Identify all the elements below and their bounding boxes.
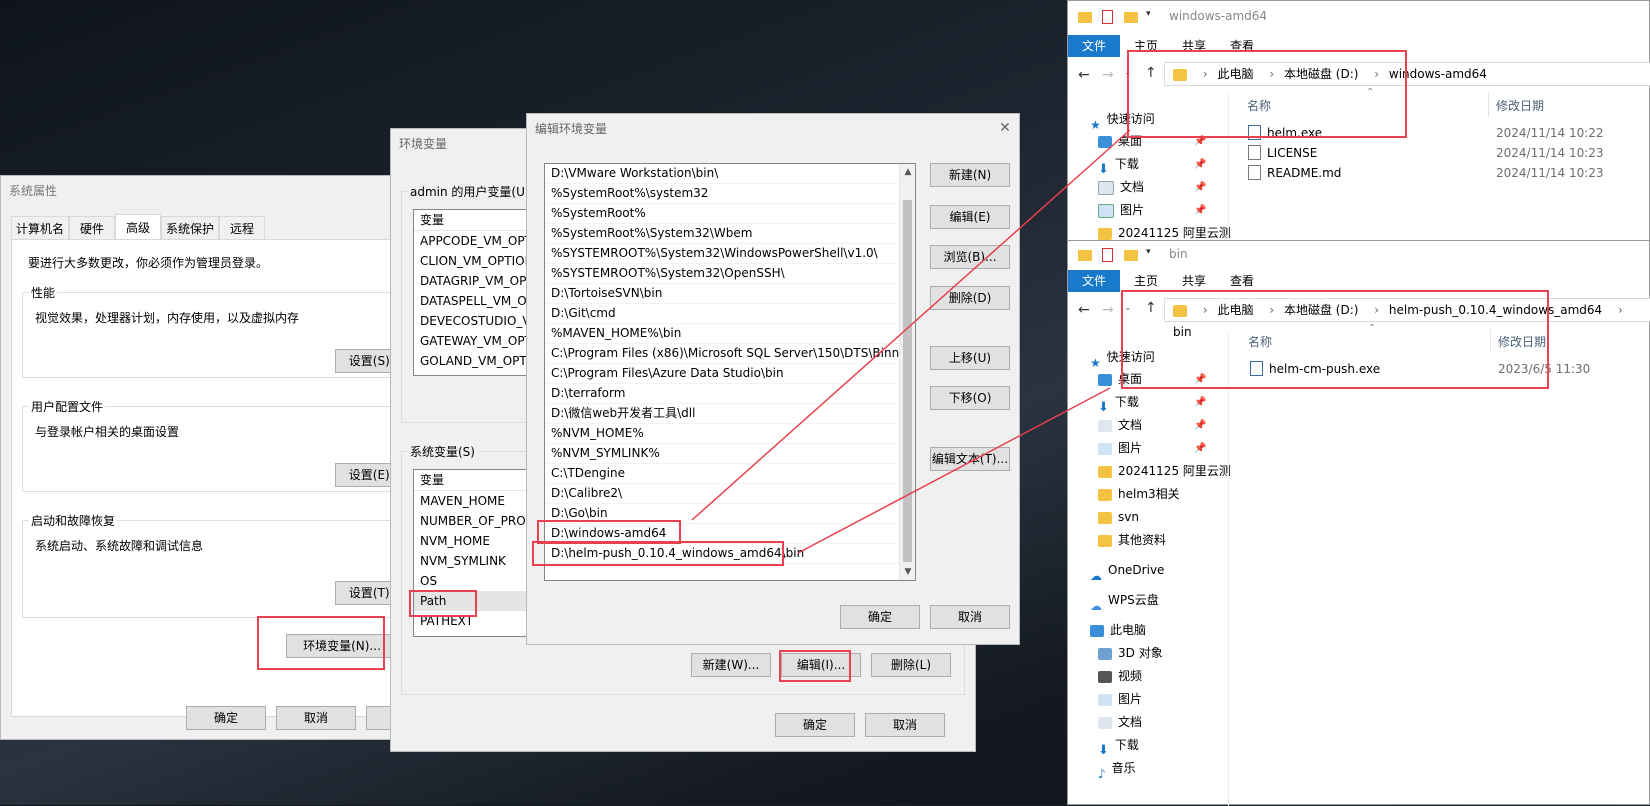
annotation-lines bbox=[691, 129, 1131, 554]
annotation-line-1 bbox=[691, 129, 1131, 521]
annotation-line-2 bbox=[797, 387, 1111, 554]
